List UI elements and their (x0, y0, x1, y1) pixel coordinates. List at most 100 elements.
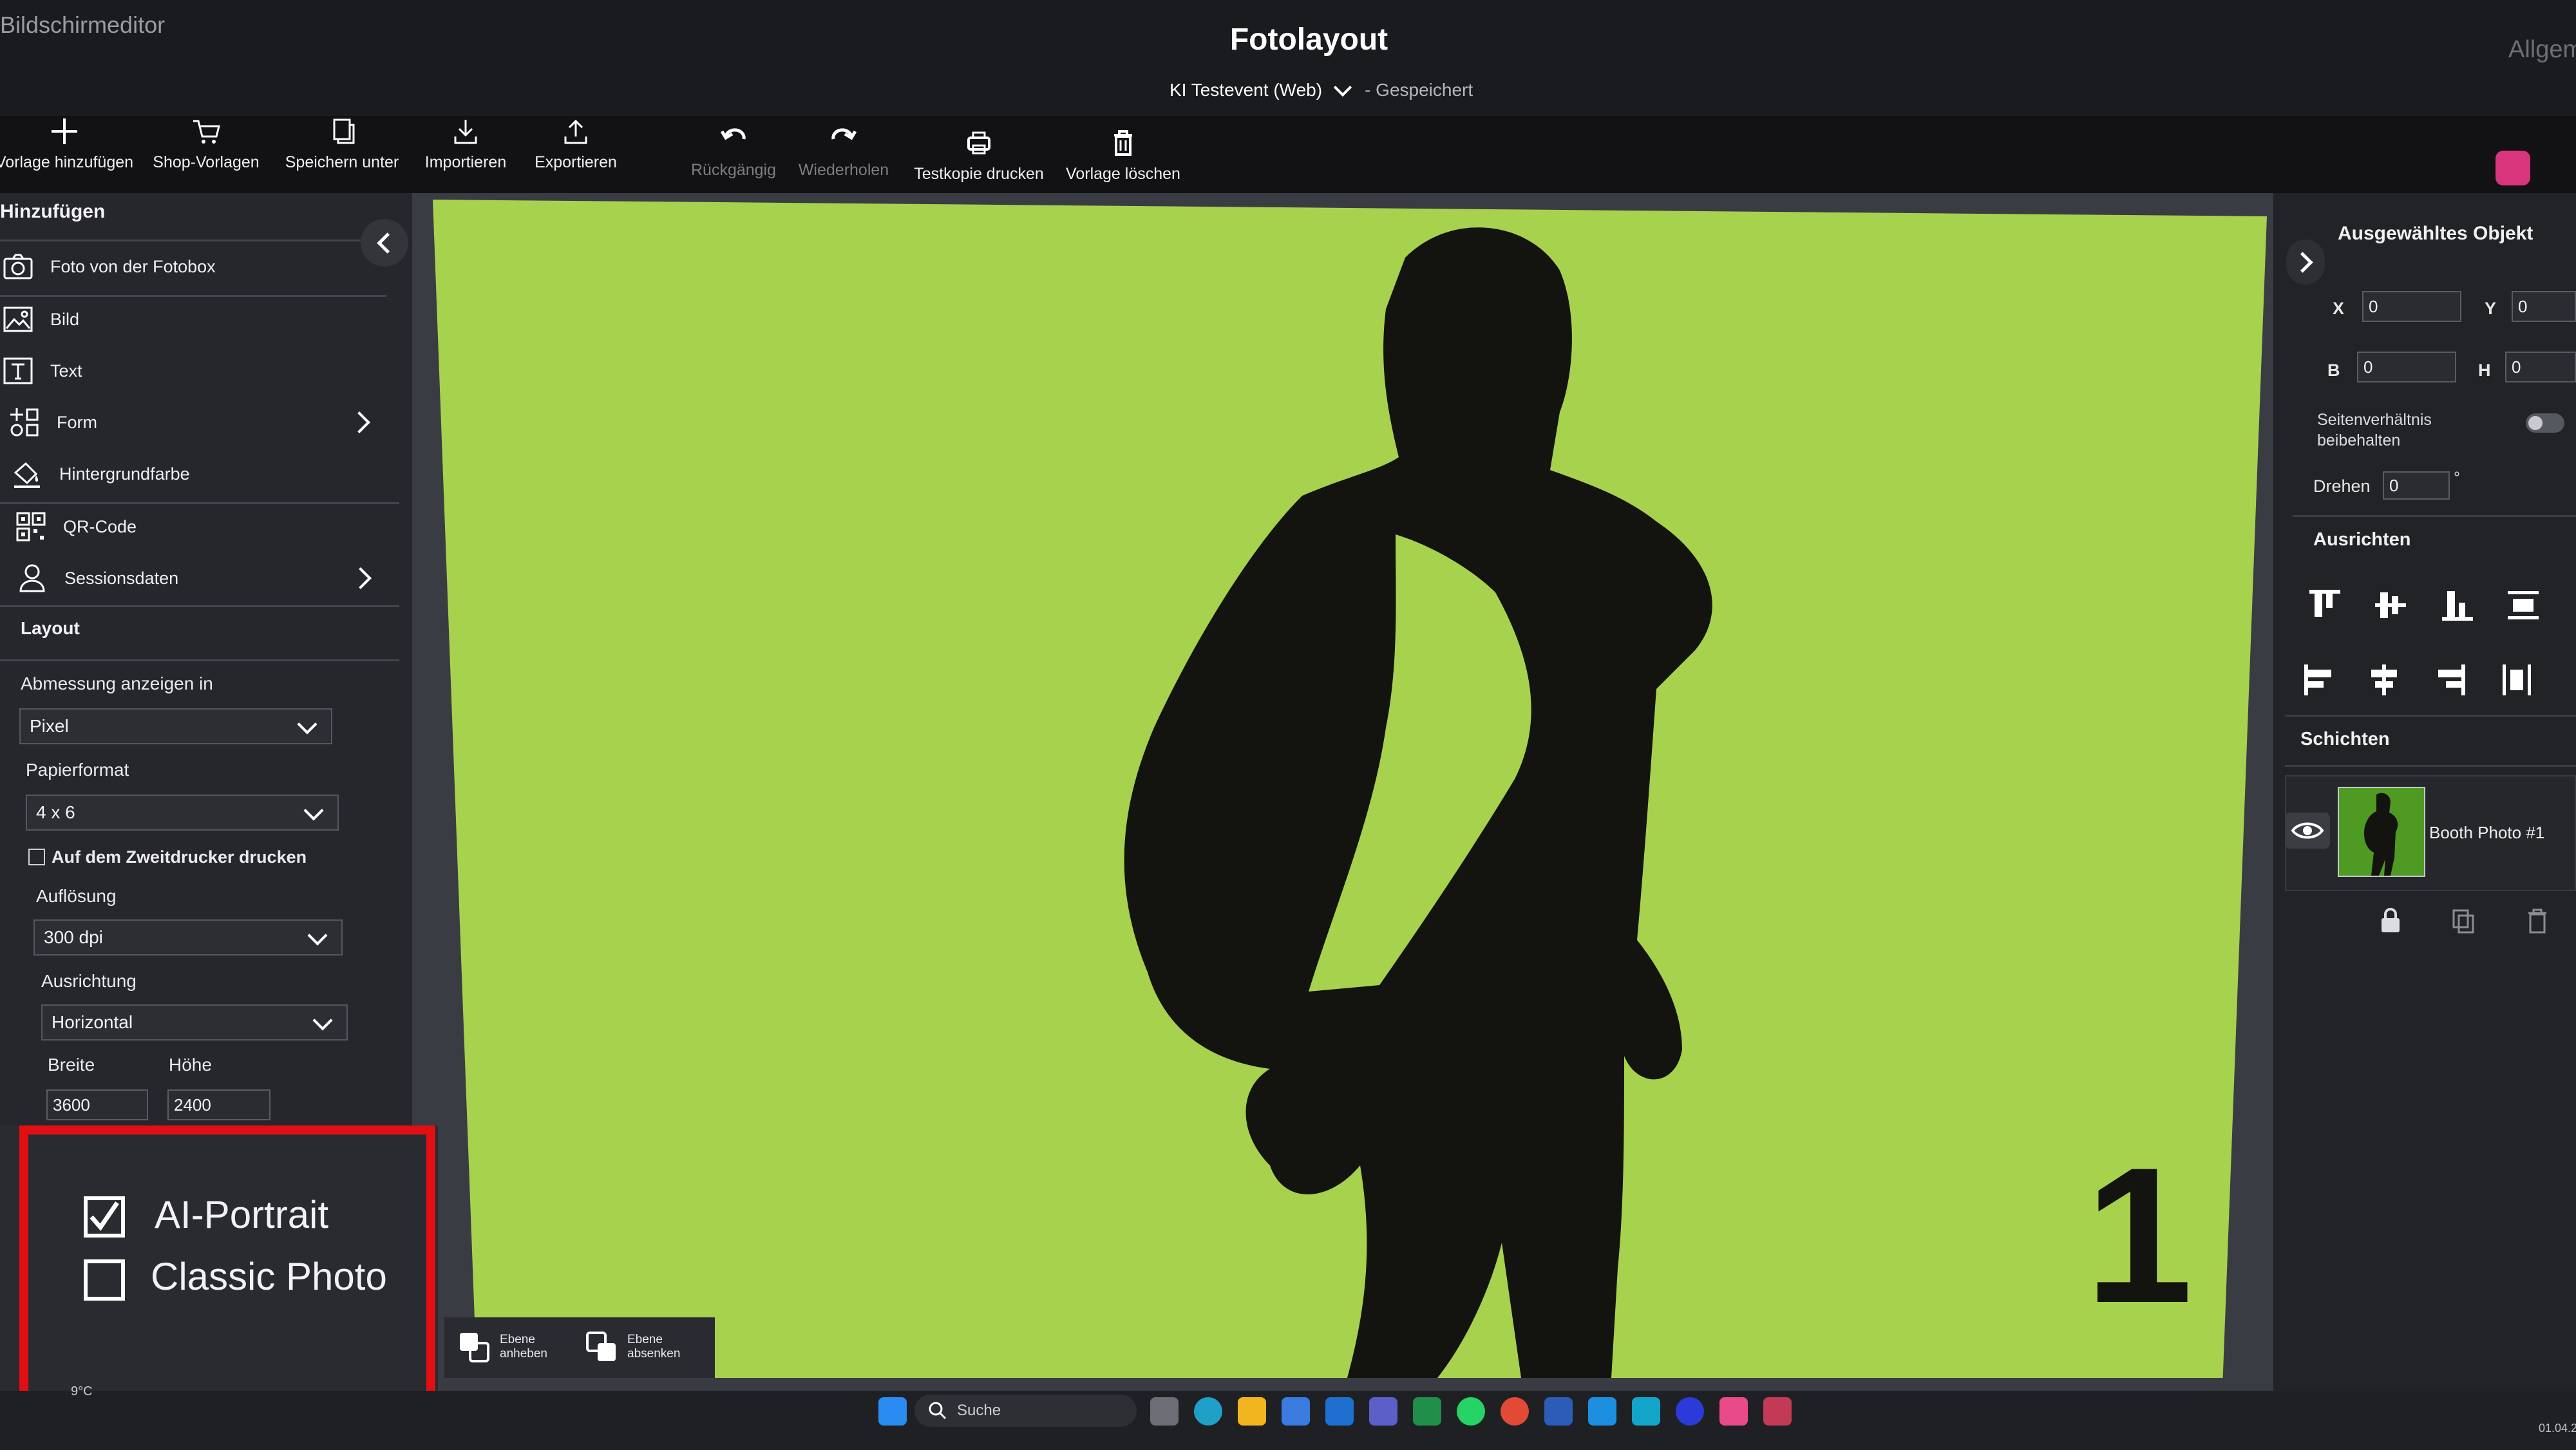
layer-up-icon (460, 1333, 489, 1362)
export-button[interactable]: Exportieren (535, 116, 617, 172)
measure-value: Pixel (30, 716, 69, 736)
redo-label: Wiederholen (798, 161, 889, 179)
measure-select[interactable]: Pixel (19, 708, 332, 744)
undo-label: Rückgängig (690, 161, 777, 179)
aspect-ratio-label: Seitenverhältnis beibehalten (2317, 411, 2432, 449)
width-input[interactable]: 3600 (46, 1089, 148, 1120)
collapse-sidebar-button[interactable] (361, 219, 408, 267)
b-label: B (2327, 361, 2340, 380)
redo-button[interactable]: Wiederholen (799, 124, 889, 180)
photobooth-app-icon[interactable] (1719, 1397, 1748, 1426)
align-right-icon[interactable] (2430, 661, 2469, 699)
event-name[interactable]: KI Testevent (Web) (1170, 80, 1322, 100)
paper-value: 4 x 6 (36, 802, 75, 822)
paper-select[interactable]: 4 x 6 (26, 795, 339, 831)
save-as-button[interactable]: Speichern unter (285, 116, 399, 172)
measure-label: Abmessung anzeigen in (21, 673, 213, 693)
sidebar-item-session-data[interactable]: Sessionsdaten (14, 554, 413, 603)
file-explorer-icon[interactable] (1238, 1397, 1266, 1426)
lower-layer-button[interactable]: Ebene absenken (585, 1330, 692, 1364)
windows-start-icon[interactable] (878, 1397, 907, 1426)
sidebar-item-shape[interactable]: Form (6, 398, 406, 447)
orientation-label: Ausrichtung (41, 971, 137, 991)
import-label: Importieren (424, 153, 507, 171)
orientation-select[interactable]: Horizontal (41, 1004, 348, 1040)
test-print-button[interactable]: Testkopie drucken (914, 127, 1044, 184)
rotate-label: Drehen (2313, 476, 2371, 496)
y-input[interactable]: 0 (2512, 291, 2576, 322)
rotate-input[interactable]: 0 (2383, 471, 2450, 500)
sidebar-item-text[interactable]: Text (0, 346, 399, 395)
notes-app-icon[interactable] (1632, 1397, 1660, 1426)
raise-layer-button[interactable]: Ebene anheben (457, 1330, 562, 1364)
teams-icon[interactable] (1369, 1397, 1397, 1426)
distribute-horizontal-icon[interactable] (2497, 661, 2536, 699)
shop-templates-button[interactable]: Shop-Vorlagen (153, 116, 260, 172)
align-left-icon[interactable] (2300, 661, 2339, 699)
text-icon (3, 357, 33, 384)
align-top-icon[interactable] (2306, 586, 2344, 625)
weather-widget[interactable]: 9°C (71, 1384, 93, 1399)
calendar-app-icon[interactable] (1282, 1397, 1310, 1426)
plus-icon (52, 118, 77, 144)
visibility-toggle[interactable] (2285, 813, 2330, 849)
align-middle-icon[interactable] (2371, 586, 2410, 625)
layout-canvas[interactable] (433, 200, 2267, 1378)
general-menu[interactable]: Allgem (2508, 36, 2576, 64)
second-printer-label: Auf dem Zweitdrucker drucken (52, 847, 307, 867)
photos-app-icon[interactable] (1588, 1397, 1616, 1426)
booth-photo-silhouette[interactable] (433, 200, 2267, 1378)
duplicate-icon[interactable] (2450, 907, 2478, 935)
chevron-down-icon (307, 925, 328, 946)
sidebar-item-photobooth-photo[interactable]: Foto von der Fotobox (0, 242, 399, 291)
chrome-icon[interactable] (1501, 1397, 1529, 1426)
edge-browser-icon[interactable] (1194, 1397, 1222, 1426)
add-template-button[interactable]: Vorlage hinzufügen (0, 116, 133, 172)
paint-bucket-icon (14, 462, 40, 488)
height-input[interactable]: 2400 (167, 1089, 270, 1120)
redo-icon (831, 128, 857, 140)
taskbar-search[interactable]: Suche (914, 1395, 1137, 1427)
sidebar-item-label: Text (50, 361, 82, 381)
whatsapp-icon[interactable] (1457, 1397, 1485, 1426)
search-placeholder: Suche (957, 1402, 1001, 1419)
resolution-select[interactable]: 300 dpi (33, 919, 343, 956)
align-center-icon[interactable] (2365, 661, 2403, 699)
h-input[interactable]: 0 (2505, 352, 2576, 382)
word-icon[interactable] (1544, 1397, 1573, 1426)
raise-layer-label: Ebene anheben (500, 1333, 547, 1361)
event-selector[interactable]: KI Testevent (Web) - Gespeichert (1170, 78, 1473, 100)
clock-date[interactable]: 01.04.2 (2539, 1422, 2576, 1435)
sidebar-item-image[interactable]: Bild (0, 295, 399, 344)
x-input[interactable]: 0 (2362, 291, 2461, 322)
editor-app-icon[interactable] (1763, 1397, 1792, 1426)
excel-icon[interactable] (1413, 1397, 1441, 1426)
outlook-icon[interactable] (1325, 1397, 1354, 1426)
trash-icon[interactable] (2523, 907, 2552, 935)
expand-panel-button[interactable] (2286, 240, 2325, 285)
chevron-down-icon[interactable] (1333, 78, 1352, 97)
delete-template-button[interactable]: Vorlage löschen (1066, 127, 1180, 184)
task-view-icon[interactable] (1150, 1397, 1179, 1426)
resolution-label: Auflösung (36, 886, 117, 906)
eye-icon (2291, 822, 2324, 839)
height-label: Höhe (169, 1055, 212, 1075)
align-bottom-icon[interactable] (2438, 586, 2477, 625)
sidebar-item-background-color[interactable]: Hintergrundfarbe (9, 449, 408, 498)
lock-icon[interactable] (2376, 907, 2405, 935)
import-button[interactable]: Importieren (425, 116, 506, 172)
second-printer-checkbox[interactable] (28, 849, 45, 865)
sidebar-item-qr-code[interactable]: QR-Code (13, 502, 412, 551)
chevron-right-icon (348, 411, 370, 433)
trash-icon (1114, 130, 1132, 156)
distribute-vertical-icon[interactable] (2504, 586, 2543, 625)
zoom-icon[interactable] (1676, 1397, 1704, 1426)
b-input[interactable]: 0 (2357, 352, 2456, 382)
undo-button[interactable]: Rückgängig (690, 124, 777, 180)
aspect-ratio-toggle[interactable] (2526, 413, 2564, 433)
chevron-down-icon (312, 1010, 333, 1031)
highlight-frame (19, 1125, 435, 1413)
app-grid-icon[interactable] (2496, 151, 2530, 185)
lower-layer-label: Ebene absenken (627, 1333, 681, 1361)
layers-header: Schichten (2300, 729, 2390, 749)
